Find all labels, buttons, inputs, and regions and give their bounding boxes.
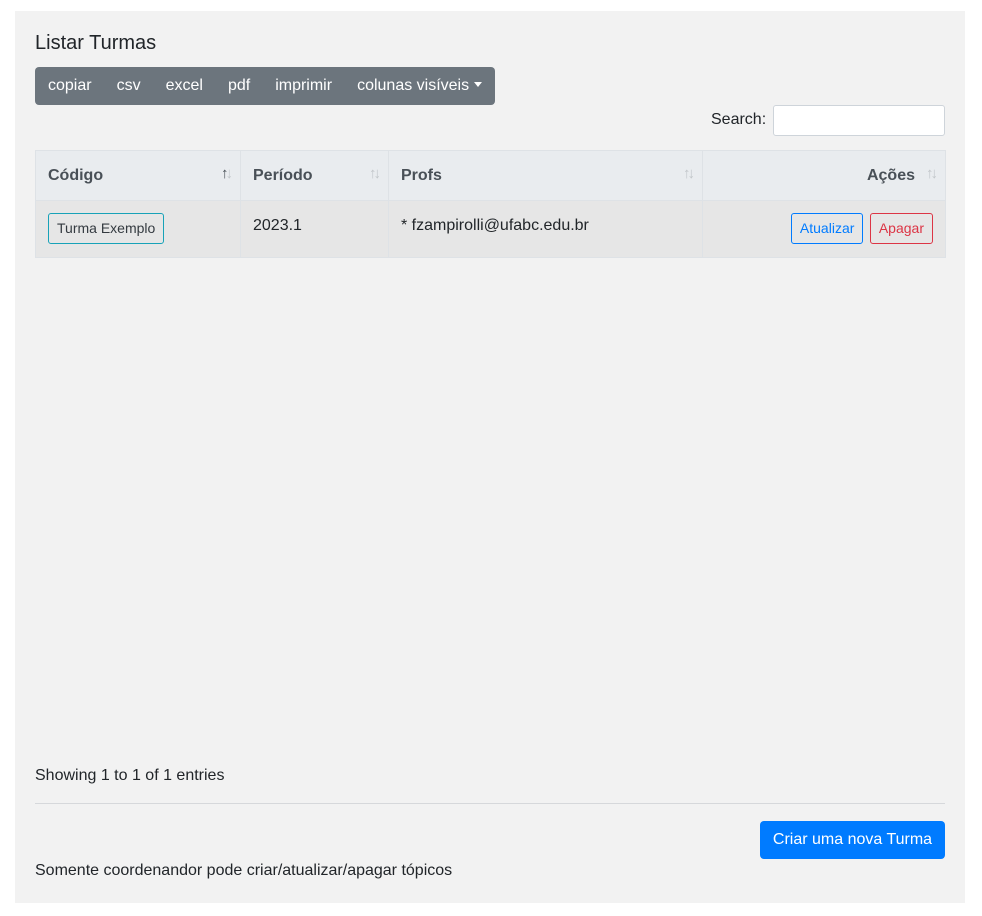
- update-button[interactable]: Atualizar: [790, 213, 864, 244]
- sort-icon: ↑↓: [369, 165, 381, 182]
- column-header-period[interactable]: Período ↑↓: [240, 150, 389, 201]
- search-input[interactable]: [773, 105, 945, 136]
- sort-ascending-icon: ↑↓: [221, 165, 233, 182]
- class-code-button[interactable]: Turma Exemplo: [48, 213, 165, 244]
- export-button-group: copiar csv excel pdf imprimir colunas vi…: [35, 67, 495, 105]
- table-row: Turma Exemplo 2023.1 * fzampirolli@ufabc…: [35, 200, 946, 258]
- column-header-actions[interactable]: Ações ↑↓: [702, 150, 946, 201]
- sort-icon: ↑↓: [683, 165, 695, 182]
- cell-profs: * fzampirolli@ufabc.edu.br: [388, 200, 703, 258]
- classes-table: Código ↑↓ Período ↑↓ Profs ↑↓ Ações ↑↓ T…: [35, 150, 946, 258]
- create-class-button[interactable]: Criar uma nova Turma: [760, 821, 945, 859]
- column-header-code[interactable]: Código ↑↓: [35, 150, 241, 201]
- column-header-label: Ações: [866, 166, 915, 184]
- permission-note: Somente coordenandor pode criar/atualiza…: [35, 862, 453, 879]
- column-header-label: Profs: [401, 166, 442, 184]
- cell-code: Turma Exemplo: [35, 200, 241, 258]
- visible-columns-label: colunas visíveis: [357, 77, 470, 94]
- page-title: Listar Turmas: [35, 32, 157, 54]
- sort-icon: ↑↓: [926, 165, 938, 182]
- caret-down-icon: [474, 82, 483, 87]
- table-info: Showing 1 to 1 of 1 entries: [35, 767, 225, 784]
- visible-columns-dropdown[interactable]: colunas visíveis: [345, 67, 495, 105]
- csv-button[interactable]: csv: [104, 67, 153, 105]
- copy-button[interactable]: copiar: [35, 67, 104, 105]
- divider: [35, 803, 945, 804]
- main-panel: Listar Turmas copiar csv excel pdf impri…: [15, 11, 965, 903]
- column-header-profs[interactable]: Profs ↑↓: [388, 150, 703, 201]
- cell-actions: Atualizar Apagar: [702, 200, 946, 258]
- table-header-row: Código ↑↓ Período ↑↓ Profs ↑↓ Ações ↑↓: [35, 150, 946, 201]
- delete-button[interactable]: Apagar: [869, 213, 933, 244]
- column-header-label: Período: [253, 166, 313, 184]
- excel-button[interactable]: excel: [153, 67, 215, 105]
- print-button[interactable]: imprimir: [263, 67, 345, 105]
- pdf-button[interactable]: pdf: [215, 67, 262, 105]
- cell-period: 2023.1: [240, 200, 389, 258]
- column-header-label: Código: [48, 166, 104, 184]
- search-label: Search:: [711, 111, 767, 128]
